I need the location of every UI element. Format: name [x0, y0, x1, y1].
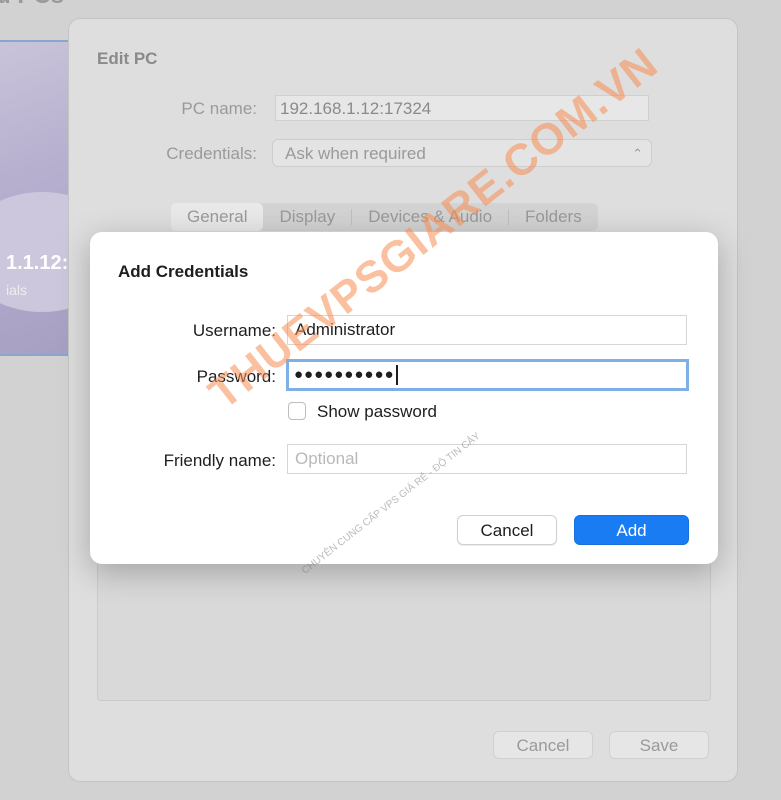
edit-pc-title: Edit PC — [97, 49, 158, 68]
background-window-title: u PCs — [0, 0, 64, 10]
username-label: Username: — [192, 321, 276, 340]
pc-name-field[interactable]: 192.168.1.12:17324 — [275, 95, 649, 121]
password-label: Password: — [196, 367, 276, 386]
pc-name-label: PC name: — [181, 99, 257, 118]
password-field[interactable]: ●●●●●●●●●● — [286, 359, 689, 391]
show-password-checkbox[interactable] — [288, 402, 306, 420]
tab-general[interactable]: General — [171, 203, 264, 231]
chevron-updown-icon: ⌃ — [632, 146, 643, 161]
credentials-select-value: Ask when required — [285, 144, 426, 163]
text-caret — [395, 364, 398, 385]
password-value: ●●●●●●●●●● — [294, 366, 395, 383]
credentials-label: Credentials: — [166, 144, 257, 163]
tab-devices-audio[interactable]: Devices & Audio — [352, 203, 508, 231]
friendly-name-label: Friendly name: — [163, 451, 276, 470]
dialog-title: Add Credentials — [118, 262, 249, 281]
edit-save-button[interactable]: Save — [609, 731, 709, 759]
edit-cancel-button[interactable]: Cancel — [493, 731, 593, 759]
pc-card-sublabel: ials — [6, 282, 28, 298]
add-credentials-dialog: Add Credentials Username: Administrator … — [90, 232, 718, 564]
tab-display[interactable]: Display — [263, 203, 351, 231]
credentials-select[interactable]: Ask when required ⌃ — [272, 139, 652, 167]
friendly-name-field[interactable]: Optional — [287, 444, 687, 474]
friendly-name-placeholder: Optional — [295, 449, 359, 468]
username-field[interactable]: Administrator — [287, 315, 687, 345]
tab-bar: General Display Devices & Audio Folders — [171, 203, 598, 231]
add-button[interactable]: Add — [574, 515, 689, 545]
tab-folders[interactable]: Folders — [509, 203, 598, 231]
cancel-button[interactable]: Cancel — [457, 515, 557, 545]
show-password-label[interactable]: Show password — [317, 402, 437, 422]
